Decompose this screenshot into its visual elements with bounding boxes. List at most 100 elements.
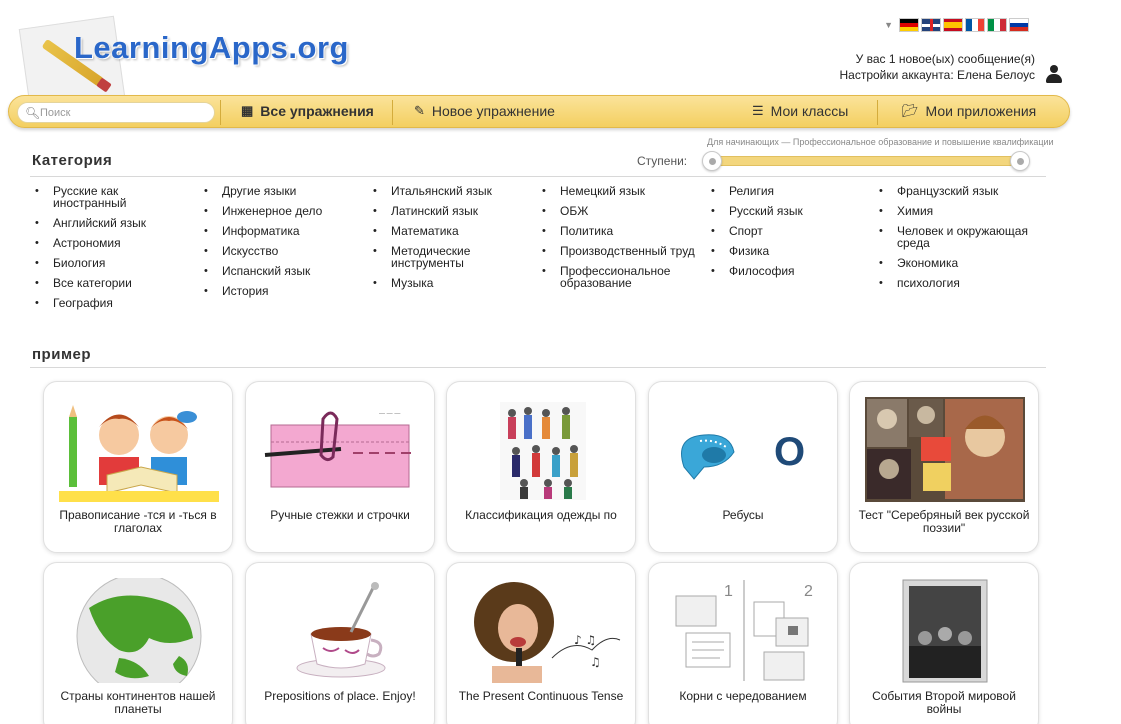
search-input[interactable] [40,105,210,121]
flag-de-icon[interactable] [899,18,919,32]
matching-pairs-image: 1 2 [675,580,813,681]
category-link[interactable]: Химия [877,205,1037,217]
logo-text: LearningApps.org [74,30,349,65]
category-link[interactable]: Спорт [709,225,869,237]
language-selector: ▼ [884,18,1029,32]
category-link[interactable]: Английский язык [33,217,193,229]
category-link[interactable]: Астрономия [33,237,193,249]
dropdown-arrow-icon[interactable]: ▼ [884,20,893,30]
category-link[interactable]: Биология [33,257,193,269]
category-link[interactable]: Латинский язык [371,205,531,217]
stitches-image: — — — [264,411,411,488]
kids-reading-image [59,405,219,502]
example-card[interactable]: Страны континентов нашей планеты [43,562,233,724]
example-card[interactable]: 1 2 Корни с чередованием [648,562,838,724]
category-column-3: Итальянский язык Латинский язык Математи… [371,185,531,297]
category-link[interactable]: Религия [709,185,869,197]
nav-separator [877,100,878,125]
account-settings-link[interactable]: Настройки аккаунта: Елена Белоус [840,67,1036,83]
example-card[interactable]: Prepositions of place. Enjoy! [245,562,435,724]
example-card[interactable]: Тест "Серебряный век русской поэзии" [849,381,1039,553]
category-link[interactable]: Искусство [202,245,362,257]
nav-separator [392,100,393,125]
user-icon[interactable] [1045,65,1063,83]
flag-gb-icon[interactable] [921,18,941,32]
category-link[interactable]: Итальянский язык [371,185,531,197]
user-info: У вас 1 новое(ых) сообщение(я) Настройки… [840,51,1036,83]
example-card-title: Страны континентов нашей планеты [60,689,216,716]
teacup-image [296,582,386,678]
category-link[interactable]: Немецкий язык [540,185,700,197]
nav-all-exercises[interactable]: ▦ Все упражнения [241,103,374,119]
example-card-title: Правописание -тся и -ться в глаголах [59,508,217,535]
grid-icon: ▦ [241,103,254,118]
category-link[interactable]: Испанский язык [202,265,362,277]
pair-number-1: 1 [724,583,733,600]
level-slider-track[interactable] [708,156,1026,166]
nav-my-classes[interactable]: ☰ Мои классы [752,103,848,119]
category-link[interactable]: География [33,297,193,309]
example-card[interactable]: Классификация одежды по [446,381,636,553]
category-link[interactable]: психология [877,277,1037,289]
category-link[interactable]: Профессиональное образование [540,265,700,289]
category-link[interactable]: История [202,285,362,297]
svg-text:♪ ♫: ♪ ♫ [574,633,596,647]
nav-separator [220,100,221,125]
category-column-5: Религия Русский язык Спорт Физика Филосо… [709,185,869,285]
divider [30,176,1046,177]
category-link[interactable]: Все категории [33,277,193,289]
example-card[interactable]: — — — Ручные стежки и строчки [245,381,435,553]
category-column-4: Немецкий язык ОБЖ Политика Производствен… [540,185,700,297]
category-link[interactable]: Музыка [371,277,531,289]
category-link[interactable]: Французский язык [877,185,1037,197]
category-link[interactable]: Русский язык [709,205,869,217]
category-link[interactable]: Методические инструменты [371,245,531,269]
search-icon: 🔍︎ [25,106,41,120]
level-label: Ступени: [637,154,688,168]
category-link[interactable]: Другие языки [202,185,362,197]
example-card[interactable]: О Ребусы [648,381,838,553]
svg-text:♫: ♫ [590,655,601,669]
flag-it-icon[interactable] [987,18,1007,32]
rebus-letter: О [774,430,805,474]
level-slider-max-handle[interactable] [1010,151,1030,171]
folder-icon: 📂︎ [902,103,919,118]
example-card-title: Тест "Серебряный век русской поэзии" [858,508,1030,535]
category-link[interactable]: Русские как иностранный [33,185,193,209]
example-card-title: Prepositions of place. Enjoy! [264,689,416,703]
category-link[interactable]: Философия [709,265,869,277]
flag-ru-icon[interactable] [1009,18,1029,32]
category-link[interactable]: Экономика [877,257,1037,269]
page: LearningApps.org ▼ У вас 1 новое(ых) соо… [0,0,1121,724]
example-card[interactable]: Правописание -тся и -ться в глаголах [43,381,233,553]
example-card-title: Корни с чередованием [679,689,807,703]
example-card-title: События Второй мировой войны [872,689,1016,716]
nav-new-exercise[interactable]: ✎ Новое упражнение [414,103,555,119]
svg-text:— — —: — — — [379,411,400,417]
nav-all-exercises-label: Все упражнения [260,103,374,119]
category-link[interactable]: Физика [709,245,869,257]
examples-title: пример [32,346,92,363]
category-link[interactable]: ОБЖ [540,205,700,217]
category-link[interactable]: Человек и окружающая среда [877,225,1037,249]
category-link[interactable]: Производственный труд [540,245,700,257]
logo[interactable]: LearningApps.org [18,8,378,111]
level-slider-min-handle[interactable] [702,151,722,171]
flag-fr-icon[interactable] [965,18,985,32]
example-card-title: Ребусы [722,508,764,522]
nav-my-apps[interactable]: 📂︎ Мои приложения [902,103,1036,119]
clothing-figures-image [500,402,586,500]
category-link[interactable]: Инженерное дело [202,205,362,217]
messages-link[interactable]: У вас 1 новое(ых) сообщение(я) [840,51,1035,67]
example-card[interactable]: События Второй мировой войны [849,562,1039,724]
singer-image: ♪ ♫ ♫ [474,582,621,683]
category-column-2: Другие языки Инженерное дело Информатика… [202,185,362,305]
example-card[interactable]: ♪ ♫ ♫ The Present Continuous Tense [446,562,636,724]
example-card-title: Ручные стежки и строчки [270,508,410,522]
search-box: 🔍︎ [17,102,215,123]
category-link[interactable]: Информатика [202,225,362,237]
flag-es-icon[interactable] [943,18,963,32]
nav-my-apps-label: Мои приложения [925,103,1037,119]
category-link[interactable]: Политика [540,225,700,237]
category-link[interactable]: Математика [371,225,531,237]
